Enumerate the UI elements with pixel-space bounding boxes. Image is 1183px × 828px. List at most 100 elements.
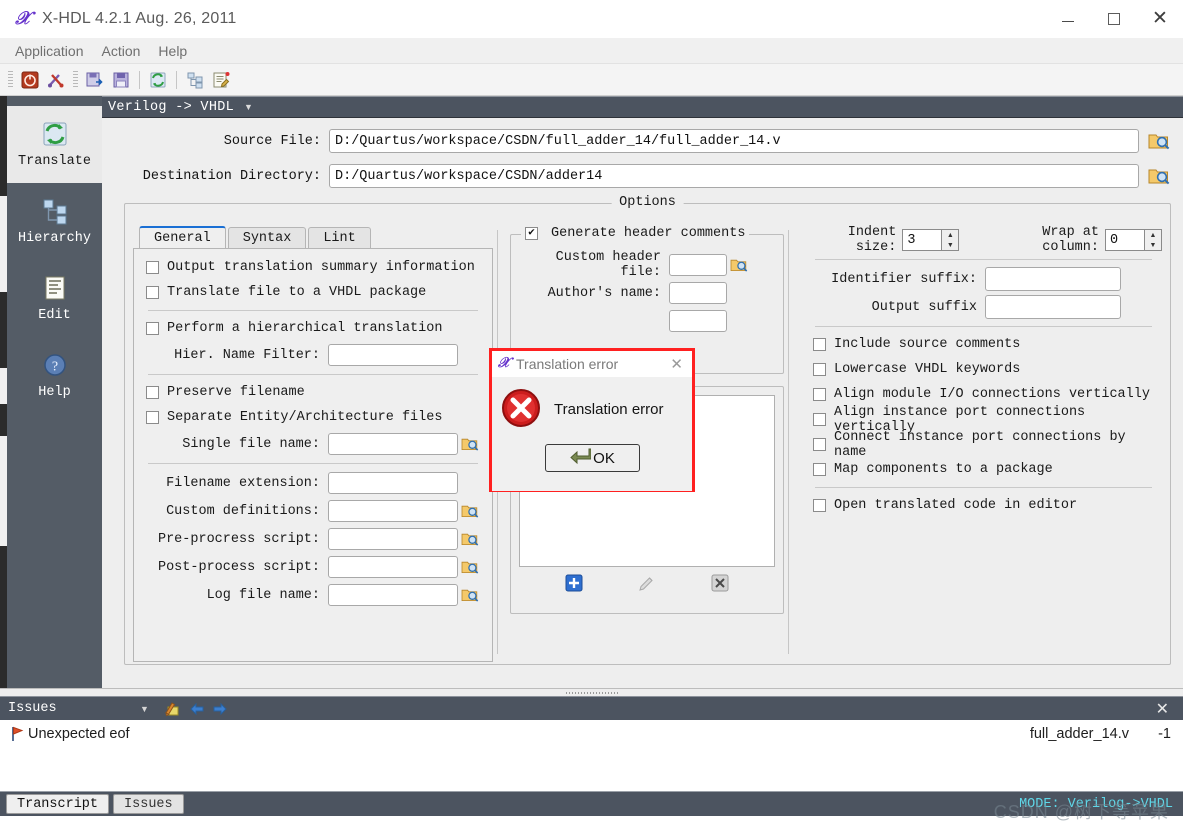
mode-selector[interactable]: Verilog -> VHDL ▼	[102, 96, 1183, 118]
pre-process-browse-button[interactable]	[458, 531, 482, 547]
menu-item-help[interactable]: Help	[149, 40, 196, 62]
checkbox-label: Translate file to a VHDL package	[167, 285, 427, 300]
checkbox-hierarchical-translation[interactable]: Perform a hierarchical translation	[138, 316, 488, 341]
add-icon[interactable]	[565, 574, 583, 595]
header-extra-input[interactable]	[669, 310, 727, 332]
previous-issue-arrow-icon[interactable]	[185, 702, 209, 716]
checkbox-box[interactable]	[813, 438, 826, 451]
checkbox-include-source-comments[interactable]: Include source comments	[805, 332, 1162, 357]
toolbar-grip[interactable]	[8, 70, 13, 89]
authors-name-input[interactable]	[669, 282, 727, 304]
checkbox-preserve-filename[interactable]: Preserve filename	[138, 380, 488, 405]
source-file-browse-button[interactable]	[1145, 129, 1173, 153]
stepper-down-icon[interactable]: ▼	[1145, 240, 1161, 250]
stepper-arrows[interactable]: ▲ ▼	[1144, 230, 1161, 250]
edit-icon[interactable]	[208, 67, 234, 93]
checkbox-box[interactable]	[146, 261, 159, 274]
log-file-browse-button[interactable]	[458, 587, 482, 603]
checkbox-translate-package[interactable]: Translate file to a VHDL package	[138, 280, 488, 305]
hier-name-filter-input[interactable]	[328, 344, 458, 366]
source-file-input[interactable]: D:/Quartus/workspace/CSDN/full_adder_14/…	[329, 129, 1139, 153]
close-issues-panel-button[interactable]: ✕	[1156, 699, 1183, 719]
tab-issues[interactable]: Issues	[113, 794, 184, 814]
sidebar-item-translate[interactable]: Translate	[7, 106, 102, 183]
close-button[interactable]: ✕	[1137, 0, 1183, 38]
sidebar-item-edit[interactable]: Edit	[7, 260, 102, 337]
destination-directory-input[interactable]: D:/Quartus/workspace/CSDN/adder14	[329, 164, 1139, 188]
exit-icon[interactable]	[17, 67, 43, 93]
checkbox-align-instance-port[interactable]: Align instance port connections vertical…	[805, 405, 1162, 435]
checkbox-generate-header-comments[interactable]	[525, 227, 538, 240]
edit-pencil-icon[interactable]	[638, 574, 656, 595]
custom-header-file-input[interactable]	[669, 254, 727, 276]
tab-syntax[interactable]: Syntax	[227, 227, 307, 249]
translate-icon[interactable]	[145, 67, 171, 93]
clear-issues-icon[interactable]	[161, 700, 185, 717]
checkbox-connect-instance-by-name[interactable]: Connect instance port connections by nam…	[805, 430, 1162, 460]
checkbox-box[interactable]	[813, 499, 826, 512]
sidebar-item-hierarchy[interactable]: Hierarchy	[7, 183, 102, 260]
save-icon[interactable]	[108, 67, 134, 93]
sidebar: Translate Hierarchy Edit ? Help	[7, 96, 102, 688]
log-file-name-input[interactable]	[328, 584, 458, 606]
checkbox-box[interactable]	[813, 463, 826, 476]
checkbox-box[interactable]	[146, 322, 159, 335]
custom-header-file-browse-button[interactable]	[727, 257, 751, 273]
checkbox-separate-entity-architecture[interactable]: Separate Entity/Architecture files	[138, 405, 488, 430]
destination-browse-button[interactable]	[1145, 164, 1173, 188]
checkbox-box[interactable]	[813, 338, 826, 351]
chevron-down-icon[interactable]: ▼	[140, 704, 149, 714]
maximize-button[interactable]	[1091, 0, 1137, 38]
tab-general[interactable]: General	[139, 226, 226, 249]
checkbox-box[interactable]	[813, 388, 826, 401]
checkbox-map-components-package[interactable]: Map components to a package	[805, 457, 1162, 482]
indent-size-value[interactable]: 3	[903, 233, 941, 248]
single-file-browse-button[interactable]	[458, 436, 482, 452]
wrap-at-column-value[interactable]: 0	[1106, 233, 1144, 248]
stepper-up-icon[interactable]: ▲	[1145, 230, 1161, 240]
issues-list[interactable]: Unexpected eof full_adder_14.v -1	[0, 720, 1183, 792]
checkbox-open-translated-code[interactable]: Open translated code in editor	[805, 493, 1162, 518]
tab-transcript[interactable]: Transcript	[6, 794, 110, 814]
custom-definitions-input[interactable]	[328, 500, 458, 522]
save-as-icon[interactable]	[82, 67, 108, 93]
sidebar-item-help[interactable]: ? Help	[7, 337, 102, 414]
checkbox-lowercase-vhdl-keywords[interactable]: Lowercase VHDL keywords	[805, 357, 1162, 382]
stepper-arrows[interactable]: ▲ ▼	[941, 230, 959, 250]
stepper-up-icon[interactable]: ▲	[942, 230, 958, 240]
panel-splitter[interactable]	[0, 688, 1183, 696]
output-suffix-input[interactable]	[985, 295, 1121, 319]
identifier-suffix-input[interactable]	[985, 267, 1121, 291]
post-process-script-input[interactable]	[328, 556, 458, 578]
filename-extension-input[interactable]	[328, 472, 458, 494]
post-process-browse-button[interactable]	[458, 559, 482, 575]
table-row[interactable]: Unexpected eof full_adder_14.v -1	[0, 720, 1183, 748]
checkbox-align-module-io[interactable]: Align module I/O connections vertically	[805, 382, 1162, 407]
menu-item-application[interactable]: Application	[6, 40, 93, 62]
hierarchy-icon[interactable]	[182, 67, 208, 93]
checkbox-box[interactable]	[146, 411, 159, 424]
delete-icon[interactable]	[711, 574, 729, 595]
pre-process-script-input[interactable]	[328, 528, 458, 550]
checkbox-box[interactable]	[813, 363, 826, 376]
next-issue-arrow-icon[interactable]	[209, 702, 233, 716]
checkbox-box[interactable]	[146, 386, 159, 399]
indent-size-stepper[interactable]: 3 ▲ ▼	[902, 229, 960, 251]
minimize-button[interactable]	[1045, 0, 1091, 38]
splitter-grip[interactable]	[565, 691, 618, 694]
ok-button[interactable]: OK	[544, 444, 640, 472]
dialog-message: Translation error	[554, 401, 664, 418]
single-file-name-input[interactable]	[328, 433, 458, 455]
checkbox-output-summary[interactable]: Output translation summary information	[138, 255, 488, 280]
menu-item-action[interactable]: Action	[93, 40, 150, 62]
stepper-down-icon[interactable]: ▼	[942, 240, 958, 250]
toolbar-grip-2[interactable]	[73, 70, 78, 89]
checkbox-box[interactable]	[813, 413, 826, 426]
custom-definitions-browse-button[interactable]	[458, 503, 482, 519]
settings-tools-icon[interactable]	[43, 67, 69, 93]
chevron-down-icon[interactable]: ▼	[244, 102, 253, 112]
tab-lint[interactable]: Lint	[308, 227, 371, 249]
wrap-at-column-stepper[interactable]: 0 ▲ ▼	[1105, 229, 1162, 251]
checkbox-box[interactable]	[146, 286, 159, 299]
dialog-close-button[interactable]: ✕	[670, 355, 692, 373]
